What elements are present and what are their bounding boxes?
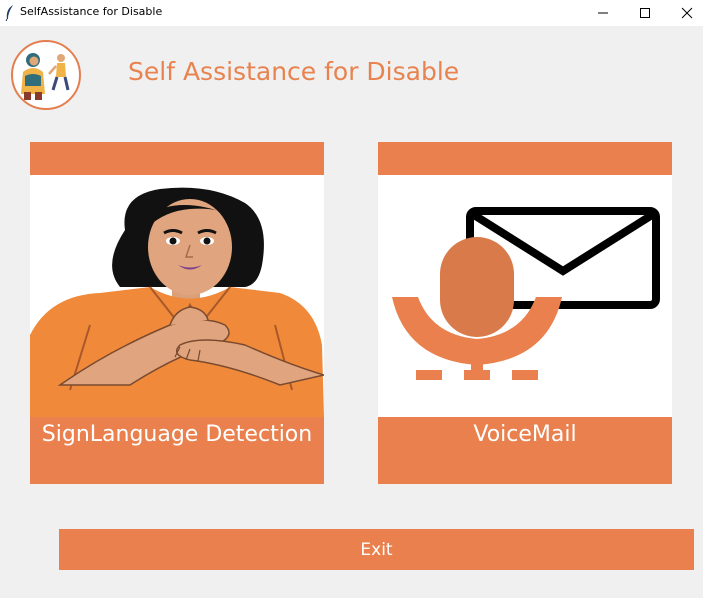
voicemail-image[interactable] <box>378 175 672 417</box>
sign-language-label: SignLanguage Detection <box>41 422 313 447</box>
sign-language-image[interactable] <box>30 175 324 417</box>
feather-icon <box>5 5 13 22</box>
close-icon <box>681 7 693 19</box>
maximize-button[interactable] <box>625 0 665 26</box>
app-title: Self Assistance for Disable <box>128 57 460 86</box>
people-walking-logo-icon <box>21 53 70 100</box>
title-bar: SelfAssistance for Disable <box>0 0 703 26</box>
maximize-icon <box>640 8 650 18</box>
app-logo <box>11 40 81 110</box>
app-window: SelfAssistance for Disable Self Assistan… <box>0 0 703 598</box>
exit-button[interactable]: Exit <box>59 529 694 570</box>
voicemail-label: VoiceMail <box>473 422 577 447</box>
window-title: SelfAssistance for Disable <box>20 5 163 18</box>
voicemail-card[interactable]: VoiceMail <box>378 142 672 484</box>
microphone-envelope-icon <box>392 207 660 380</box>
close-button[interactable] <box>667 0 703 26</box>
sign-language-card[interactable]: SignLanguage Detection <box>30 142 324 484</box>
minimize-icon <box>598 12 608 14</box>
minimize-button[interactable] <box>583 0 623 26</box>
sign-language-woman-illustration <box>30 187 324 417</box>
